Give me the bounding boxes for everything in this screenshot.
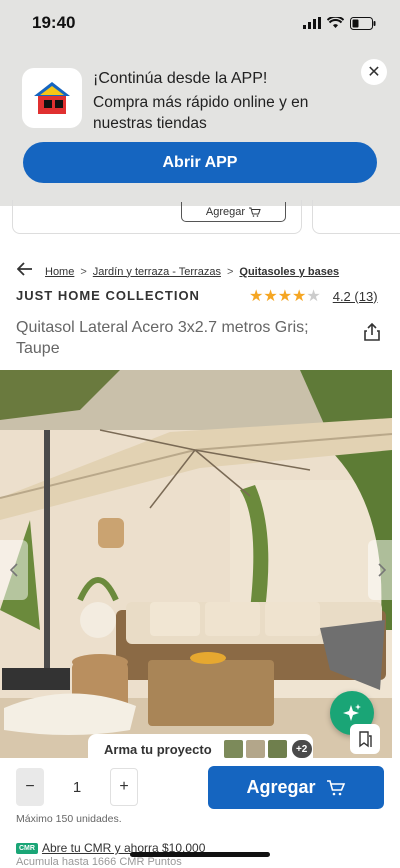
open-app-button[interactable]: Abrir APP [23, 142, 377, 183]
gallery-prev-button[interactable] [0, 540, 28, 600]
status-time: 19:40 [32, 13, 76, 32]
peek-add-button[interactable]: Agregar [181, 202, 286, 222]
app-logo-icon [22, 68, 82, 128]
banner-title: ¡Continúa desde la APP! [93, 70, 268, 87]
product-rating[interactable]: ★★★★★ 4.2 (13) [249, 286, 378, 306]
decrease-button[interactable]: − [16, 768, 44, 806]
peek-add-label: Agregar [205, 205, 246, 218]
breadcrumb-home[interactable]: Home [45, 266, 74, 278]
status-bar: 19:40 [0, 0, 400, 46]
project-extra-count: +2 [291, 740, 312, 758]
share-icon[interactable] [362, 322, 382, 342]
battery-icon [350, 16, 376, 30]
breadcrumb-garden[interactable]: Jardín y terraza - Terrazas [93, 266, 221, 278]
home-indicator [130, 852, 270, 857]
back-arrow-icon[interactable] [16, 262, 33, 281]
breadcrumb-separator: > [226, 265, 234, 278]
star-rating-icon: ★★★★★ [249, 288, 321, 305]
gallery-next-button[interactable] [368, 540, 396, 600]
signal-icon [303, 17, 321, 29]
breadcrumb-umbrellas[interactable]: Quitasoles y bases [239, 266, 339, 278]
project-thumb [223, 740, 243, 758]
build-project-tab[interactable]: Arma tu proyecto +2 [88, 734, 313, 764]
project-thumb [245, 740, 265, 758]
add-to-cart-label: Agregar [246, 777, 316, 797]
wifi-icon [327, 17, 344, 28]
max-units-text: Máximo 150 unidades. [16, 813, 122, 825]
rating-value: 4.2 (13) [332, 288, 378, 304]
add-to-cart-button[interactable]: Agregar [208, 766, 384, 809]
project-thumbnails: +2 [223, 740, 312, 758]
chevron-right-icon [378, 563, 386, 577]
save-list-button[interactable] [350, 724, 380, 754]
bookmark-icon [359, 731, 372, 748]
cmr-points-text: Acumula hasta 1666 CMR Puntos [16, 856, 182, 868]
project-thumb [267, 740, 287, 758]
chevron-left-icon [10, 563, 18, 577]
peek-card-2 [312, 200, 400, 234]
product-brand[interactable]: JUST HOME COLLECTION [16, 288, 200, 303]
recommendation-peek: Agregar [0, 200, 400, 242]
project-label: Arma tu proyecto [104, 741, 212, 757]
sparkle-icon [343, 704, 361, 721]
cart-icon [326, 779, 345, 795]
breadcrumb: Home > Jardín y terraza - Terrazas > Qui… [16, 262, 339, 281]
quantity-stepper: − 1 + [16, 768, 138, 806]
product-title: Quitasol Lateral Acero 3x2.7 metros Gris… [16, 319, 309, 357]
quantity-value[interactable]: 1 [44, 779, 110, 796]
status-icons [303, 16, 376, 30]
increase-button[interactable]: + [110, 768, 138, 806]
app-banner: ¡Continúa desde la APP! Compra más rápid… [0, 46, 400, 206]
breadcrumb-separator: > [80, 265, 87, 278]
cmr-logo: CMR [16, 842, 38, 854]
close-icon[interactable]: ✕ [361, 59, 387, 85]
banner-text: Compra más rápido online y en nuestras t… [93, 94, 309, 132]
cart-icon [249, 207, 261, 217]
